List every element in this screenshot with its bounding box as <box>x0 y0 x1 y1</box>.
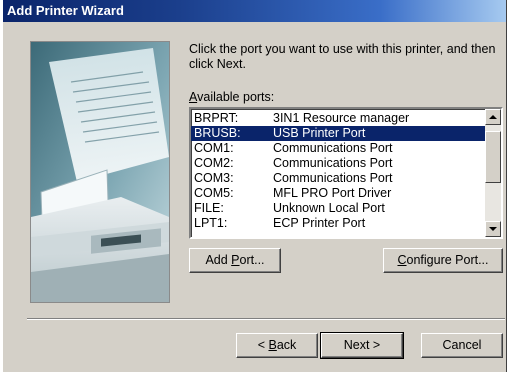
port-name: COM2: <box>194 156 234 170</box>
port-row-com2[interactable]: COM2: Communications Port <box>191 156 485 171</box>
title-bar[interactable]: Add Printer Wizard <box>3 0 506 22</box>
add-printer-wizard-window: Add Printer Wizard Click the port you wa… <box>2 0 507 372</box>
add-port-label-accel: P <box>231 253 240 267</box>
port-row-com5[interactable]: COM5: MFL PRO Port Driver <box>191 186 485 201</box>
window-title: Add Printer Wizard <box>7 3 124 18</box>
port-description: 3IN1 Resource manager <box>273 111 410 125</box>
scroll-up-arrow-icon <box>489 115 497 119</box>
available-ports-label-accel: A <box>189 90 198 104</box>
ports-listbox[interactable]: BRPRT: 3IN1 Resource manager BRUSB: USB Pr… <box>189 107 503 239</box>
printer-illustration-icon <box>31 42 169 302</box>
next-button[interactable]: Next > <box>320 332 404 359</box>
wizard-illustration <box>30 41 170 303</box>
port-description: Communications Port <box>273 141 393 155</box>
scroll-thumb[interactable] <box>485 131 501 183</box>
scroll-down-button[interactable] <box>485 221 501 237</box>
back-label-accel: B <box>268 338 277 352</box>
available-ports-label-text: vailable ports: <box>197 90 275 104</box>
cancel-label: Cancel <box>442 338 482 352</box>
ports-list: BRPRT: 3IN1 Resource manager BRUSB: USB Pr… <box>191 111 485 231</box>
configure-port-button[interactable]: Configure Port... <box>383 248 503 273</box>
port-row-file[interactable]: FILE: Unknown Local Port <box>191 201 485 216</box>
port-description: USB Printer Port <box>273 126 366 140</box>
back-button[interactable]: < Back <box>236 333 318 358</box>
port-row-brusb[interactable]: BRUSB: USB Printer Port <box>191 126 485 141</box>
port-name: BRPRT: <box>194 111 239 125</box>
port-row-com3[interactable]: COM3: Communications Port <box>191 171 485 186</box>
port-description: Communications Port <box>273 171 393 185</box>
divider <box>27 318 505 320</box>
port-description: ECP Printer Port <box>273 216 366 230</box>
instruction-text: Click the port you want to use with this… <box>189 42 496 71</box>
port-row-com1[interactable]: COM1: Communications Port <box>191 141 485 156</box>
configure-port-label-post: onfigure Port... <box>406 253 489 267</box>
add-port-label-post: ort... <box>239 253 265 267</box>
port-name: COM1: <box>194 141 234 155</box>
port-name: LPT1: <box>194 216 228 230</box>
back-label-pre: < <box>257 338 269 352</box>
back-label-post: ack <box>276 338 297 352</box>
port-row-lpt1[interactable]: LPT1: ECP Printer Port <box>191 216 485 231</box>
configure-port-label-accel: C <box>397 253 407 267</box>
scroll-up-button[interactable] <box>485 109 501 125</box>
port-description: MFL PRO Port Driver <box>273 186 392 200</box>
scroll-down-arrow-icon <box>489 227 497 231</box>
port-description: Communications Port <box>273 156 393 170</box>
add-port-button[interactable]: Add Port... <box>189 248 281 273</box>
port-name: COM5: <box>194 186 234 200</box>
port-name: COM3: <box>194 171 234 185</box>
port-row-brprt[interactable]: BRPRT: 3IN1 Resource manager <box>191 111 485 126</box>
cancel-button[interactable]: Cancel <box>421 333 503 358</box>
add-port-label-pre: Add <box>205 253 232 267</box>
port-name: BRUSB: <box>194 126 241 140</box>
port-name: FILE: <box>194 201 224 215</box>
port-description: Unknown Local Port <box>273 201 385 215</box>
next-label: Next > <box>343 338 381 352</box>
available-ports-label: Available ports: <box>189 90 274 104</box>
ports-scrollbar[interactable] <box>485 109 501 237</box>
